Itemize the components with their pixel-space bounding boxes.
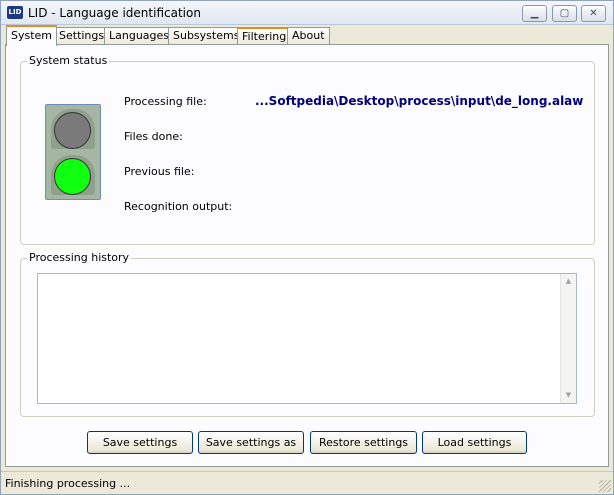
tab-settings[interactable]: Settings [54,27,110,45]
window-title: LID - Language identification [28,6,201,20]
resize-grip-icon[interactable] [599,480,611,492]
system-status-group: System status Processing file: ...Softpe… [20,54,595,245]
scroll-up-icon[interactable]: ▲ [561,274,576,289]
app-icon: LID [7,6,23,19]
previous-file-label: Previous file: [124,165,195,178]
processing-history-group: Processing history ▲ ▼ [20,251,595,417]
processing-history-label: Processing history [27,251,132,264]
load-settings-button[interactable]: Load settings [422,431,527,454]
traffic-light-red-off [54,112,91,149]
tab-subsystems[interactable]: Subsystems [168,27,245,45]
tab-filtering[interactable]: Filtering [237,27,292,45]
scroll-down-icon[interactable]: ▼ [561,388,576,403]
minimize-button[interactable]: ▁ [522,5,547,22]
save-settings-button[interactable]: Save settings [87,431,193,454]
traffic-light-green-on [54,158,91,195]
processing-file-label: Processing file: [124,95,207,108]
save-settings-as-button[interactable]: Save settings as [198,431,304,454]
tab-about[interactable]: About [287,27,330,45]
status-bar: Finishing processing ... [1,471,613,494]
tab-system[interactable]: System [6,25,58,46]
traffic-light-slot-bottom [51,155,95,195]
files-done-label: Files done: [124,130,183,143]
recognition-output-label: Recognition output: [124,200,233,213]
system-status-label: System status [27,54,110,67]
processing-file-value: ...Softpedia\Desktop\process\input\de_lo… [255,94,584,108]
restore-settings-button[interactable]: Restore settings [310,431,417,454]
traffic-light-slot-top [51,109,95,149]
system-tab-panel: System status Processing file: ...Softpe… [5,44,609,467]
status-text: Finishing processing ... [5,477,131,490]
tab-languages[interactable]: Languages [104,27,175,45]
close-button[interactable]: ✕ [581,5,606,22]
processing-history-list[interactable]: ▲ ▼ [37,273,577,404]
maximize-button[interactable]: ▢ [552,5,577,22]
main-window: LID LID - Language identification ▁ ▢ ✕ … [0,0,614,495]
traffic-light-icon [45,104,101,200]
title-bar[interactable]: LID LID - Language identification ▁ ▢ ✕ [1,1,613,25]
history-scrollbar[interactable]: ▲ ▼ [560,274,576,403]
